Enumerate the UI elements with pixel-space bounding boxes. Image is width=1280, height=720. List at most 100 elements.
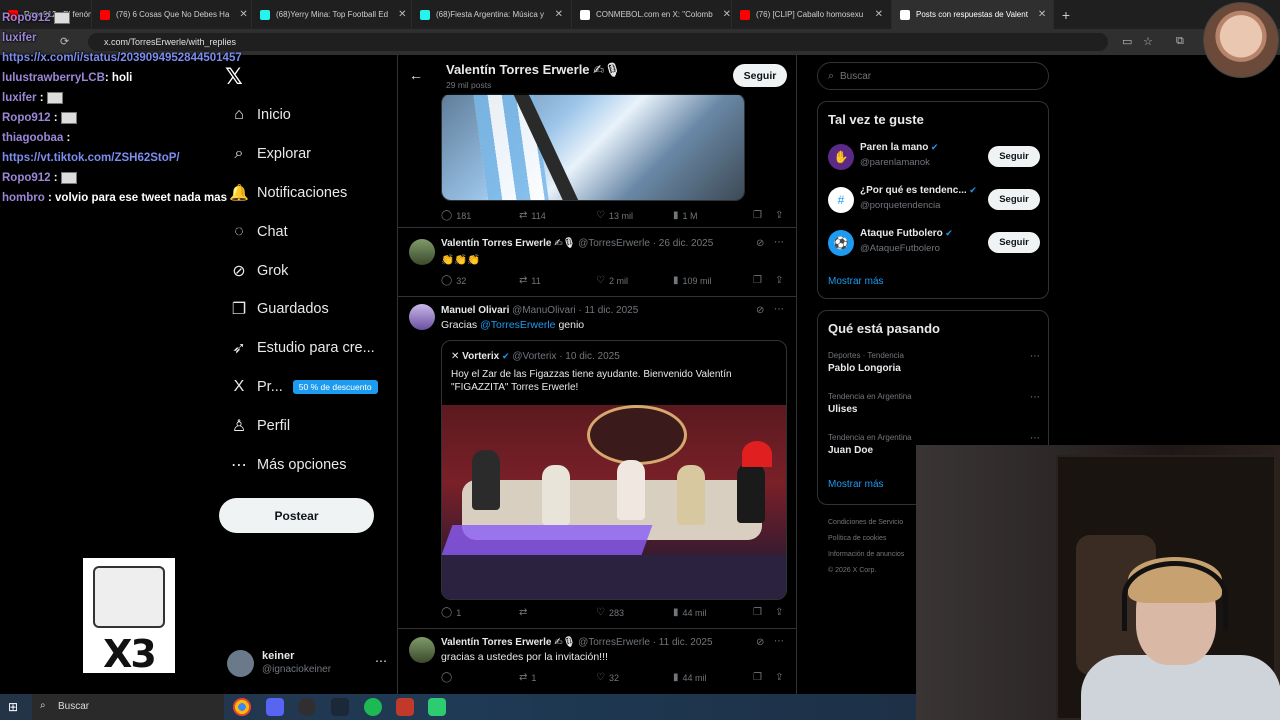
windows-start-icon[interactable]: ⊞ bbox=[8, 700, 18, 714]
nav-item-chat[interactable]: ◌ Chat bbox=[222, 212, 392, 251]
more-icon[interactable]: ⋯ bbox=[774, 304, 784, 315]
taskbar-search[interactable]: ⌕ Buscar bbox=[32, 694, 224, 720]
install-icon[interactable]: ▭ bbox=[1122, 35, 1132, 48]
like-button[interactable]: ♡ 32 bbox=[596, 672, 619, 683]
suggestion-item[interactable]: ✋ Paren la mano ✔ @parenlamanok Seguir bbox=[828, 140, 1040, 174]
app-icon[interactable] bbox=[396, 698, 414, 716]
nav-item-más-opciones[interactable]: ⋯ Más opciones bbox=[222, 445, 392, 484]
bookmark-button[interactable]: ❐ bbox=[753, 210, 762, 221]
footer-link[interactable]: Política de cookies bbox=[828, 531, 918, 547]
suggestion-item[interactable]: # ¿Por qué es tendenc... ✔ @porquetendenci… bbox=[828, 183, 1040, 217]
nav-item-grok[interactable]: ⊘ Grok bbox=[222, 251, 392, 290]
grok-icon[interactable]: ⊘ bbox=[756, 238, 764, 249]
bookmark-button[interactable]: ❐ bbox=[753, 672, 762, 683]
nav-item-explorar[interactable]: ⌕ Explorar bbox=[222, 135, 392, 174]
nav-item-inicio[interactable]: ⌂ Inicio bbox=[222, 96, 392, 135]
close-icon[interactable]: ✕ bbox=[1034, 9, 1046, 20]
tweet-date[interactable]: · 11 dic. 2025 bbox=[653, 637, 713, 648]
trend-item[interactable]: Tendencia en Argentina Ulises ⋯ bbox=[828, 392, 1040, 428]
spotify-icon[interactable] bbox=[364, 698, 382, 716]
like-button[interactable]: ♡ 2 mil bbox=[596, 275, 628, 286]
footer-link[interactable]: Información de anuncios bbox=[828, 547, 918, 563]
show-more-link[interactable]: Mostrar más bbox=[828, 479, 884, 490]
post-button[interactable]: Postear bbox=[219, 498, 374, 533]
tweet-mention[interactable]: @TorresErwerle bbox=[480, 319, 555, 331]
nav-item-pr[interactable]: X Pr... 50 % de descuento bbox=[222, 368, 392, 407]
chrome-icon[interactable] bbox=[233, 698, 251, 716]
nav-item-notificaciones[interactable]: 🔔 Notificaciones bbox=[222, 174, 392, 213]
nav-item-guardados[interactable]: ❐ Guardados bbox=[222, 290, 392, 329]
more-icon[interactable]: ⋯ bbox=[1030, 433, 1040, 444]
repost-button[interactable]: ⇄ 11 bbox=[519, 275, 541, 286]
tweet-author[interactable]: Valentín Torres Erwerle ✍🎙 bbox=[441, 637, 575, 648]
views-button[interactable]: ▮ 44 mil bbox=[673, 672, 707, 683]
follow-button[interactable]: Seguir bbox=[988, 232, 1040, 253]
follow-button[interactable]: Seguir bbox=[988, 146, 1040, 167]
repost-button[interactable]: ⇄ 1 bbox=[519, 672, 536, 683]
more-icon[interactable]: ⋯ bbox=[375, 654, 387, 668]
bookmark-button[interactable]: ❐ bbox=[753, 607, 762, 618]
tweet-author[interactable]: Valentín Torres Erwerle ✍🎙 bbox=[441, 238, 575, 249]
reply-button[interactable]: ◯ 181 bbox=[441, 210, 471, 221]
extensions-icon[interactable]: ⧉ bbox=[1176, 35, 1184, 48]
follow-button[interactable]: Seguir bbox=[988, 189, 1040, 210]
close-icon[interactable]: ✕ bbox=[551, 9, 563, 20]
reply-button[interactable]: ◯ bbox=[441, 672, 456, 683]
tweet-date[interactable]: · 11 dic. 2025 bbox=[578, 305, 638, 316]
share-button[interactable]: ⇪ bbox=[775, 210, 783, 221]
more-icon[interactable]: ⋯ bbox=[1030, 392, 1040, 403]
more-icon[interactable]: ⋯ bbox=[774, 636, 784, 647]
footer-link[interactable]: Condiciones de Servicio bbox=[828, 515, 918, 531]
tweet-media-image[interactable] bbox=[441, 93, 745, 201]
search-input[interactable] bbox=[840, 68, 1030, 85]
chat-link[interactable]: https://x.com/i/status/20390949528445014… bbox=[2, 52, 242, 64]
repost-button[interactable]: ⇄ 114 bbox=[519, 210, 546, 221]
back-arrow-icon[interactable]: ← bbox=[409, 67, 423, 83]
new-tab-button[interactable]: + bbox=[1054, 0, 1078, 29]
browser-tab[interactable]: (76) [CLIP] Caballo homosexu ✕ bbox=[732, 0, 892, 29]
steam-icon[interactable] bbox=[331, 698, 349, 716]
account-switcher[interactable]: keiner @ignaciokeiner ⋯ bbox=[227, 648, 387, 680]
views-button[interactable]: ▮ 109 mil bbox=[673, 275, 712, 286]
app-icon[interactable] bbox=[428, 698, 446, 716]
browser-tab[interactable]: (68)Fiesta Argentina: Música y ✕ bbox=[412, 0, 572, 29]
show-more-link[interactable]: Mostrar más bbox=[828, 276, 884, 287]
share-button[interactable]: ⇪ bbox=[775, 672, 783, 683]
views-button[interactable]: ▮ 1 M bbox=[673, 210, 698, 221]
x-logo-icon[interactable]: 𝕏 bbox=[225, 64, 243, 90]
quoted-tweet[interactable]: ✕ Vorterix ✔ @Vorterix · 10 dic. 2025 Ho… bbox=[441, 340, 787, 600]
browser-tab[interactable]: CONMEBOL.com en X: "Colomb ✕ bbox=[572, 0, 732, 29]
nav-item-perfil[interactable]: ♙ Perfil bbox=[222, 406, 392, 445]
tweet-author[interactable]: Manuel Olivari bbox=[441, 305, 509, 316]
footer-link[interactable]: © 2026 X Corp. bbox=[828, 563, 918, 579]
share-button[interactable]: ⇪ bbox=[775, 275, 783, 286]
more-icon[interactable]: ⋯ bbox=[774, 237, 784, 248]
like-button[interactable]: ♡ 283 bbox=[596, 607, 624, 618]
follow-button[interactable]: Seguir bbox=[733, 64, 787, 87]
browser-tab[interactable]: Posts con respuestas de Valent ✕ bbox=[892, 0, 1054, 29]
share-button[interactable]: ⇪ bbox=[775, 607, 783, 618]
grok-icon[interactable]: ⊘ bbox=[756, 305, 764, 316]
bookmark-button[interactable]: ❐ bbox=[753, 275, 762, 286]
nav-item-estudio-para-cre[interactable]: ➶ Estudio para cre... bbox=[222, 329, 392, 368]
close-icon[interactable]: ✕ bbox=[719, 9, 731, 20]
search-box[interactable]: ⌕ bbox=[817, 62, 1049, 90]
views-button[interactable]: ▮ 44 mil bbox=[673, 607, 707, 618]
grok-icon[interactable]: ⊘ bbox=[756, 637, 764, 648]
browser-tab[interactable]: (68)Yerry Mina: Top Football Ed ✕ bbox=[252, 0, 412, 29]
more-icon[interactable]: ⋯ bbox=[1030, 351, 1040, 362]
chat-link[interactable]: https://vt.tiktok.com/ZSH62StoP/ bbox=[2, 152, 180, 164]
obs-icon[interactable] bbox=[298, 698, 316, 716]
quote-media-image[interactable] bbox=[442, 405, 786, 599]
bookmark-star-icon[interactable]: ☆ bbox=[1143, 35, 1153, 48]
close-icon[interactable]: ✕ bbox=[871, 9, 883, 20]
suggestion-item[interactable]: ⚽ Ataque Futbolero ✔ @AtaqueFutbolero Segui… bbox=[828, 226, 1040, 260]
like-button[interactable]: ♡ 13 mil bbox=[596, 210, 633, 221]
close-icon[interactable]: ✕ bbox=[394, 9, 406, 20]
reply-button[interactable]: ◯ 1 bbox=[441, 607, 461, 618]
discord-icon[interactable] bbox=[266, 698, 284, 716]
repost-button[interactable]: ⇄ bbox=[519, 607, 531, 618]
reply-button[interactable]: ◯ 32 bbox=[441, 275, 466, 286]
tweet-date[interactable]: · 26 dic. 2025 bbox=[653, 238, 714, 249]
trend-item[interactable]: Deportes · Tendencia Pablo Longoria ⋯ bbox=[828, 351, 1040, 387]
